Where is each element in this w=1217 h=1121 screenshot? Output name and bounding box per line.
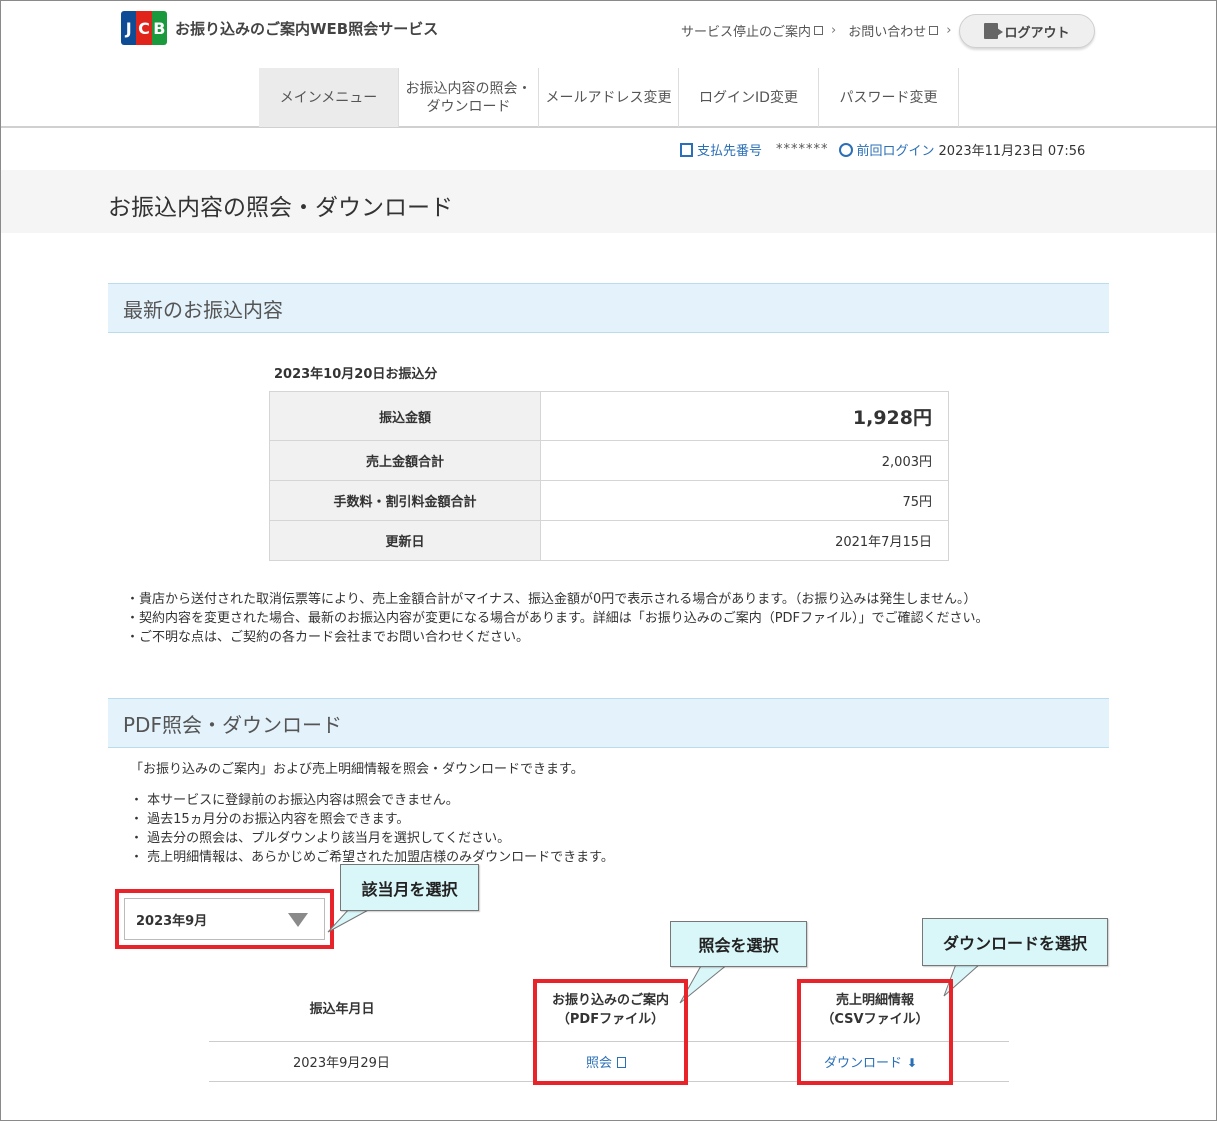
service-outage-link[interactable]: サービス停止のご案内 › — [681, 21, 836, 40]
note-item: ・契約内容を変更された場合、最新のお振込内容が変更になる場合があります。詳細は「… — [126, 611, 989, 626]
latest-notes: ・貴店から送付された取消伝票等により、売上金額合計がマイナス、振込金額が0円で表… — [126, 590, 989, 647]
logout-label: ログアウト — [1004, 25, 1070, 41]
nav-login-id-change[interactable]: ログインID変更 — [679, 68, 819, 127]
building-icon — [680, 142, 693, 157]
external-link-icon — [814, 26, 824, 35]
latest-section-heading: 最新のお振込内容 — [108, 283, 1109, 333]
table-row: 更新日 2021年7月15日 — [269, 520, 949, 561]
nav-email-change[interactable]: メールアドレス変更 — [539, 68, 679, 127]
table-row: 売上金額合計 2,003円 — [269, 440, 949, 481]
row-transfer-date: 2023年9月29日 — [293, 1056, 390, 1071]
note-item: ・ 本サービスに登録前のお振込内容は照会できません。 — [130, 793, 459, 808]
nav-inquiry-download[interactable]: お振込内容の照会・ダウンロード — [399, 68, 539, 127]
service-title: お振り込みのご案内WEB照会サービス — [175, 19, 439, 38]
service-outage-label: サービス停止のご案内 — [681, 25, 812, 40]
transfer-amount-label: 振込金額 — [269, 391, 541, 441]
main-nav: メインメニュー お振込内容の照会・ダウンロード メールアドレス変更 ログインID… — [259, 68, 959, 127]
account-info: 支払先番号 ******* 前回ログイン 2023年11月23日 07:56 — [680, 140, 1085, 159]
logo[interactable]: JCB お振り込みのご案内WEB照会サービス — [121, 11, 438, 45]
col-transfer-date: 振込年月日 — [309, 1002, 375, 1017]
updated-date-label: 更新日 — [269, 520, 541, 561]
site-header: JCB お振り込みのご案内WEB照会サービス サービス停止のご案内 › お問い合… — [1, 1, 1216, 128]
payee-number-label: 支払先番号 — [697, 144, 763, 159]
fee-total-value: 75円 — [540, 480, 949, 521]
payee-number-value: ******* — [776, 142, 829, 157]
month-select[interactable]: 2023年9月 — [124, 898, 325, 940]
transfer-amount-table: 振込金額 1,928円 売上金額合計 2,003円 手数料・割引料金額合計 75… — [269, 391, 949, 561]
pdf-column-highlight — [533, 979, 688, 1085]
jcb-logo-icon: JCB — [121, 11, 167, 45]
updated-date-value: 2021年7月15日 — [540, 520, 949, 561]
note-item: ・貴店から送付された取消伝票等により、売上金額合計がマイナス、振込金額が0円で表… — [126, 592, 977, 607]
chevron-right-icon: › — [831, 23, 837, 38]
note-item: ・ご不明な点は、ご契約の各カード会社までお問い合わせください。 — [126, 630, 530, 645]
csv-column-highlight — [797, 979, 953, 1085]
nav-main-menu[interactable]: メインメニュー — [259, 68, 399, 127]
callout-select-download: ダウンロードを選択 — [922, 918, 1108, 966]
fee-total-label: 手数料・割引料金額合計 — [269, 480, 541, 521]
contact-link[interactable]: お問い合わせ › — [848, 21, 951, 40]
pdf-section-heading: PDF照会・ダウンロード — [108, 698, 1109, 748]
page-title: お振込内容の照会・ダウンロード — [108, 195, 453, 221]
pdf-intro: 「お振り込みのご案内」および売上明細情報を照会・ダウンロードできます。 — [130, 762, 584, 777]
logout-button[interactable]: ログアウト — [959, 14, 1095, 48]
table-row: 手数料・割引料金額合計 75円 — [269, 480, 949, 521]
transfer-amount-value: 1,928円 — [540, 391, 949, 441]
last-login-label: 前回ログイン — [856, 144, 935, 159]
note-item: ・ 過去分の照会は、プルダウンより該当月を選択してください。 — [130, 831, 511, 846]
callout-select-month: 該当月を選択 — [340, 864, 479, 911]
pdf-notes: ・ 本サービスに登録前のお振込内容は照会できません。 ・ 過去15ヵ月分のお振込… — [130, 791, 614, 867]
clock-icon — [838, 142, 853, 157]
note-item: ・ 過去15ヵ月分のお振込内容を照会できます。 — [130, 812, 410, 827]
top-links: サービス停止のご案内 › お問い合わせ › — [681, 21, 963, 40]
last-login-value: 2023年11月23日 07:56 — [938, 144, 1086, 159]
transfer-date-label: 2023年10月20日お振込分 — [274, 367, 438, 382]
contact-label: お問い合わせ — [848, 25, 927, 40]
sales-total-value: 2,003円 — [540, 440, 949, 481]
logout-icon — [984, 23, 1004, 39]
sales-total-label: 売上金額合計 — [269, 440, 541, 481]
external-link-icon — [929, 26, 939, 35]
callout-select-view: 照会を選択 — [670, 921, 807, 967]
dropdown-arrow-icon — [288, 913, 308, 927]
nav-password-change[interactable]: パスワード変更 — [819, 68, 959, 127]
table-row: 振込金額 1,928円 — [269, 391, 949, 441]
month-select-value: 2023年9月 — [136, 913, 208, 929]
chevron-right-icon: › — [946, 23, 952, 38]
